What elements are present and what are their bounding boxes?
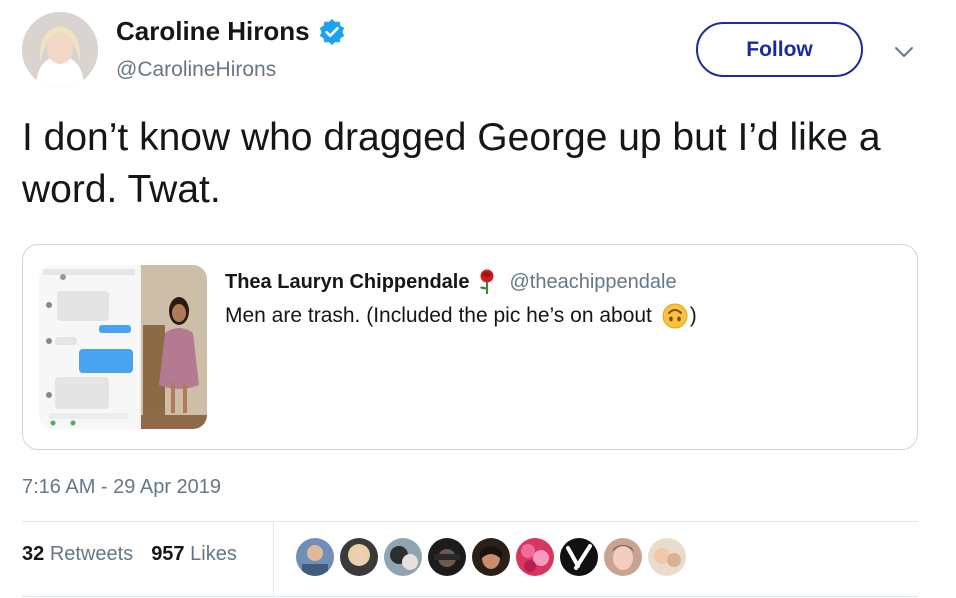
quoted-tweet-text: Men are trash. (Included the pic he’s on… xyxy=(225,303,697,329)
liker-avatar-2[interactable] xyxy=(340,538,378,576)
quoted-author-handle[interactable]: @theachippendale xyxy=(509,271,676,294)
liker-avatars xyxy=(296,538,686,576)
quoted-tweet-image[interactable] xyxy=(39,265,207,429)
follow-button[interactable]: Follow xyxy=(696,22,863,77)
liker-avatar-4[interactable] xyxy=(428,538,466,576)
quoted-text-part-1: Men are trash. (Included the pic he’s on… xyxy=(225,304,658,327)
tweet-stats: 32 Retweets 957 Likes xyxy=(22,543,237,566)
liker-avatar-1[interactable] xyxy=(296,538,334,576)
divider-top xyxy=(22,521,918,522)
retweets-label: Retweets xyxy=(49,543,134,565)
liker-avatar-3[interactable] xyxy=(384,538,422,576)
author-name-row[interactable]: Caroline Hirons xyxy=(116,16,346,47)
upside-down-face-icon xyxy=(662,303,688,329)
author-avatar[interactable] xyxy=(22,12,98,88)
tweet-timestamp[interactable]: 7:16 AM - 29 Apr 2019 xyxy=(22,476,221,499)
stats-separator xyxy=(273,522,274,596)
quoted-author-name[interactable]: Thea Lauryn Chippendale xyxy=(225,271,469,294)
likes-stat[interactable]: 957 Likes xyxy=(151,543,237,566)
divider-bottom xyxy=(22,596,918,597)
quoted-text-part-2: ) xyxy=(689,304,697,327)
verified-badge-icon xyxy=(318,18,346,46)
author-name[interactable]: Caroline Hirons xyxy=(116,16,310,47)
retweets-count: 32 xyxy=(22,543,45,565)
quoted-tweet-header: Thea Lauryn Chippendale @theachippendale xyxy=(225,269,677,295)
tweet-text: I don’t know who dragged George up but I… xyxy=(22,116,881,211)
likes-label: Likes xyxy=(190,543,237,565)
liker-avatar-9[interactable] xyxy=(648,538,686,576)
liker-avatar-6[interactable] xyxy=(516,538,554,576)
chevron-down-icon[interactable] xyxy=(890,40,918,64)
rose-icon xyxy=(477,269,497,295)
tweet: Caroline Hirons @CarolineHirons Follow I… xyxy=(0,0,956,598)
likes-count: 957 xyxy=(151,543,185,565)
author-handle[interactable]: @CarolineHirons xyxy=(116,58,276,82)
liker-avatar-8[interactable] xyxy=(604,538,642,576)
quoted-tweet[interactable]: Thea Lauryn Chippendale @theachippendale… xyxy=(22,244,918,450)
retweets-stat[interactable]: 32 Retweets xyxy=(22,543,133,566)
liker-avatar-5[interactable] xyxy=(472,538,510,576)
liker-avatar-7[interactable] xyxy=(560,538,598,576)
